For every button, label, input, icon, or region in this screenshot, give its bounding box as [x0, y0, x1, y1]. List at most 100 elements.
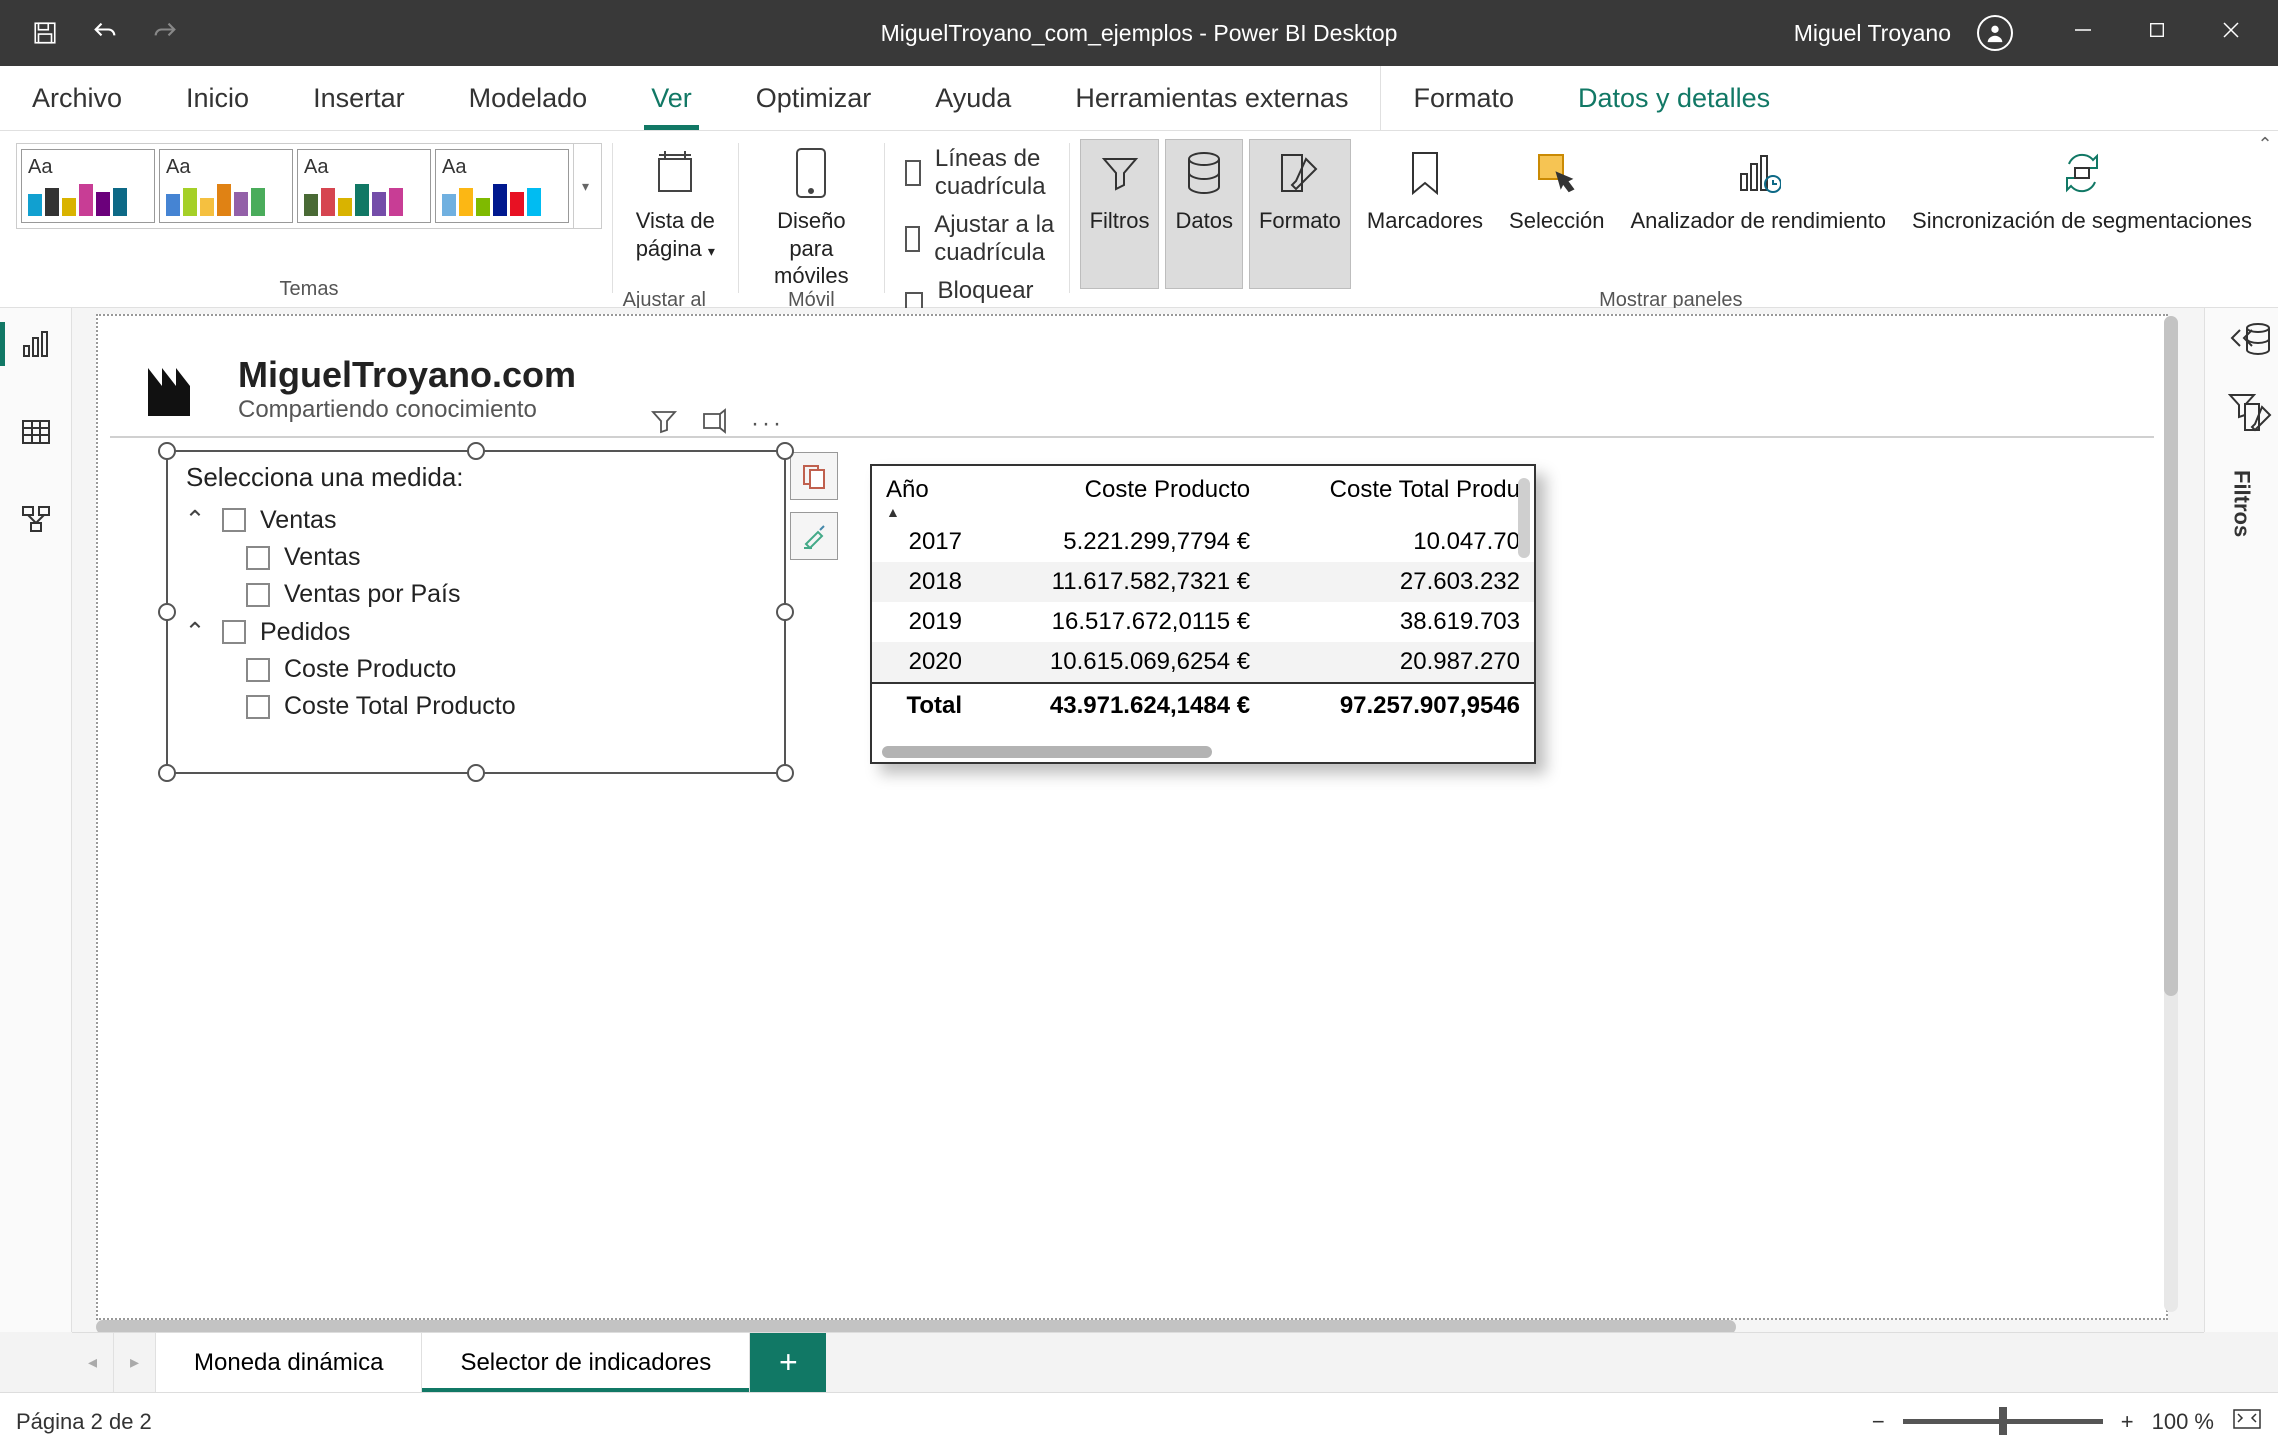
status-page: Página 2 de 2 [16, 1409, 152, 1435]
close-icon[interactable] [2221, 20, 2241, 46]
formato-button[interactable]: Formato [1249, 139, 1351, 289]
table-row[interactable]: 20175.221.299,7794 €10.047.70 [872, 522, 1534, 562]
table-visual[interactable]: Año Coste Producto Coste Total Produ 201… [870, 464, 1536, 764]
table-row[interactable]: 202010.615.069,6254 €20.987.270 [872, 642, 1534, 683]
table-col-year[interactable]: Año [872, 466, 982, 522]
sincro-label: Sincronización de segmentaciones [1912, 207, 2252, 235]
minimize-icon[interactable] [2073, 20, 2093, 46]
analizador-label: Analizador de rendimiento [1630, 207, 1886, 235]
tab-datos-detalles[interactable]: Datos y detalles [1546, 66, 1802, 130]
page-header: MiguelTroyano.com Compartiendo conocimie… [110, 316, 2154, 438]
tree-group-label: Ventas [260, 506, 336, 535]
page-nav-next[interactable]: ▸ [114, 1333, 156, 1392]
table-row[interactable]: 201811.617.582,7321 €27.603.232 [872, 562, 1534, 602]
seleccion-button[interactable]: Selección [1499, 139, 1614, 289]
maximize-icon[interactable] [2148, 21, 2166, 45]
theme-thumb[interactable]: Aa [159, 149, 293, 223]
theme-gallery-more[interactable]: ▾ [573, 143, 597, 229]
tab-inicio[interactable]: Inicio [154, 66, 281, 130]
visual-copy-icon[interactable] [790, 452, 838, 500]
zoom-slider[interactable] [1903, 1419, 2103, 1424]
data-view-icon[interactable] [18, 414, 54, 450]
tree-item[interactable]: Ventas [182, 539, 784, 576]
tree-group[interactable]: ⌃Pedidos [182, 613, 784, 651]
canvas-page[interactable]: MiguelTroyano.com Compartiendo conocimie… [96, 314, 2168, 1320]
table-scroll-h[interactable] [882, 746, 1212, 758]
resize-handle[interactable] [158, 442, 176, 460]
report-canvas[interactable]: MiguelTroyano.com Compartiendo conocimie… [72, 308, 2204, 1332]
redo-icon[interactable] [150, 18, 180, 48]
page-nav-prev[interactable]: ◂ [72, 1333, 114, 1392]
zoom-out[interactable]: − [1872, 1409, 1885, 1435]
marcadores-button[interactable]: Marcadores [1357, 139, 1493, 289]
tree-item[interactable]: Ventas por País [182, 576, 784, 613]
tab-formato[interactable]: Formato [1380, 66, 1546, 130]
resize-handle[interactable] [467, 764, 485, 782]
model-view-icon[interactable] [18, 502, 54, 538]
theme-thumb[interactable]: Aa [297, 149, 431, 223]
visual-focus-icon[interactable] [701, 408, 727, 439]
tab-modelado[interactable]: Modelado [437, 66, 620, 130]
visual-filter-icon[interactable] [651, 408, 677, 439]
filtros-button[interactable]: Filtros [1080, 139, 1160, 289]
table-total-row: Total43.971.624,1484 €97.257.907,9546 [872, 683, 1534, 726]
zoom-in[interactable]: + [2121, 1409, 2134, 1435]
canvas-scroll-h[interactable] [96, 1320, 1736, 1332]
slicer-visual[interactable]: ··· Selecciona una medida: ⌃Ventas Venta… [166, 450, 786, 774]
data-pane-icon[interactable] [2243, 322, 2273, 361]
table-col-c1[interactable]: Coste Producto [982, 466, 1264, 522]
tree-item-label: Ventas por País [284, 580, 461, 609]
table-col-c2[interactable]: Coste Total Produ [1264, 466, 1534, 522]
brand-logo-icon [140, 354, 210, 424]
ribbon-collapse-icon[interactable]: ⌃ [2252, 131, 2278, 157]
save-icon[interactable] [30, 18, 60, 48]
check-ajustar-cuadricula[interactable]: Ajustar a la cuadrícula [905, 211, 1059, 267]
tab-archivo[interactable]: Archivo [0, 66, 154, 130]
diseno-moviles-button[interactable]: Diseño para móviles [749, 139, 874, 289]
filtros-label: Filtros [1090, 207, 1150, 235]
page-tab-2[interactable]: Selector de indicadores [422, 1333, 750, 1392]
resize-handle[interactable] [776, 442, 794, 460]
report-view-icon[interactable] [18, 326, 54, 362]
undo-icon[interactable] [90, 18, 120, 48]
page-add-button[interactable]: + [750, 1333, 826, 1392]
resize-handle[interactable] [158, 764, 176, 782]
vista-pagina-button[interactable]: Vista de página ▾ [623, 139, 728, 289]
brand-title: MiguelTroyano.com [238, 354, 576, 396]
title-bar: MiguelTroyano_com_ejemplos - Power BI De… [0, 0, 2278, 66]
tab-insertar[interactable]: Insertar [281, 66, 437, 130]
canvas-scroll-v[interactable] [2164, 316, 2178, 1312]
filtros-panel-label[interactable]: Filtros [2229, 470, 2255, 537]
check-lineas-cuadricula[interactable]: Líneas de cuadrícula [905, 145, 1059, 201]
visual-paint-icon[interactable] [790, 512, 838, 560]
tab-optimizar[interactable]: Optimizar [724, 66, 904, 130]
table-row[interactable]: 201916.517.672,0115 €38.619.703 [872, 602, 1534, 642]
resize-handle[interactable] [776, 603, 794, 621]
tree-item[interactable]: Coste Total Producto [182, 688, 784, 725]
formato-label: Formato [1259, 207, 1341, 235]
tab-herramientas-externas[interactable]: Herramientas externas [1043, 66, 1380, 130]
ribbon-group-ajustar: Vista de página ▾ Ajustar al área [617, 139, 734, 307]
page-tabs: ◂ ▸ Moneda dinámica Selector de indicado… [72, 1332, 2204, 1392]
ajustar-cuadricula-label: Ajustar a la cuadrícula [934, 211, 1059, 267]
table-scroll-v[interactable] [1518, 478, 1530, 558]
theme-thumb[interactable]: Aa [435, 149, 569, 223]
tree-group[interactable]: ⌃Ventas [182, 501, 784, 539]
format-pane-icon[interactable] [2242, 401, 2274, 438]
datos-label: Datos [1175, 207, 1232, 235]
resize-handle[interactable] [776, 764, 794, 782]
tab-ayuda[interactable]: Ayuda [903, 66, 1043, 130]
theme-thumb[interactable]: Aa [21, 149, 155, 223]
fit-page-icon[interactable] [2232, 1408, 2262, 1436]
theme-gallery[interactable]: Aa Aa Aa Aa ▾ [16, 143, 602, 229]
visual-more-icon[interactable]: ··· [751, 410, 784, 438]
datos-button[interactable]: Datos [1165, 139, 1242, 289]
user-avatar-icon[interactable] [1977, 15, 2013, 51]
analizador-button[interactable]: Analizador de rendimiento [1620, 139, 1896, 289]
page-tab-1[interactable]: Moneda dinámica [156, 1333, 422, 1392]
resize-handle[interactable] [158, 603, 176, 621]
sincro-button[interactable]: Sincronización de segmentaciones [1902, 139, 2262, 289]
tree-item[interactable]: Coste Producto [182, 651, 784, 688]
tab-ver[interactable]: Ver [619, 66, 724, 130]
resize-handle[interactable] [467, 442, 485, 460]
